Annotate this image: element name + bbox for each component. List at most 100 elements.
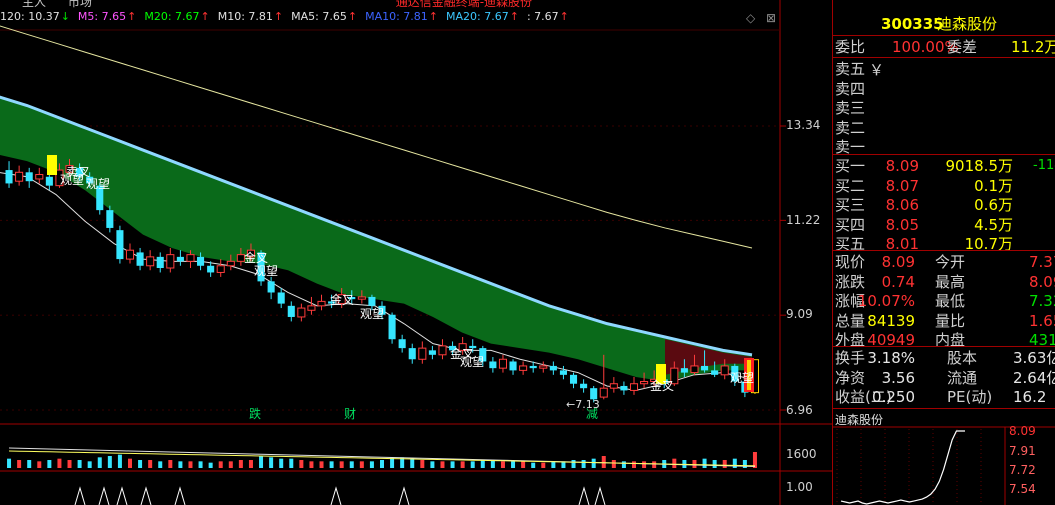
candle[interactable]	[166, 247, 175, 273]
candle-body	[519, 365, 528, 371]
ma-readout-item: MA5: 7.65	[291, 10, 347, 23]
ma-readout-item: M20: 7.67	[144, 10, 200, 23]
sell-level-row[interactable]: 卖四	[833, 79, 1055, 99]
signal-label: 观望	[60, 173, 84, 187]
candle[interactable]	[438, 339, 447, 360]
volume-bar	[652, 461, 657, 468]
volume-bar	[601, 456, 606, 468]
indicator-spike	[140, 486, 152, 505]
candle[interactable]	[388, 312, 396, 344]
candle[interactable]	[569, 372, 578, 389]
candle[interactable]	[498, 354, 508, 373]
candle[interactable]	[549, 361, 557, 375]
volume-bar	[168, 460, 173, 468]
kline-chart-area[interactable]: 卖叉 观望 观望 金叉 观望 金叉 观望 金叉 观望 金叉 观望跌财减 ←7.13 主人 市场 通达信…	[0, 0, 832, 505]
candle[interactable]	[489, 357, 497, 373]
volume-bar	[742, 460, 747, 468]
sell-level-row[interactable]: 卖五	[833, 59, 1055, 79]
ma-readout-item: M5: 7.65	[77, 10, 127, 23]
candle[interactable]	[629, 377, 639, 395]
candle[interactable]	[418, 341, 427, 364]
volume-bar	[702, 458, 707, 468]
candle[interactable]	[156, 252, 164, 273]
candle[interactable]	[609, 377, 618, 393]
volume-bar	[309, 461, 314, 468]
candle[interactable]	[277, 288, 285, 309]
signal-label: 观望	[460, 355, 484, 369]
candle-body	[720, 365, 729, 376]
stat-row: 涨幅10.07%最低7.32	[833, 291, 1055, 311]
indicator-spike	[578, 486, 590, 505]
candle[interactable]	[25, 167, 33, 188]
stat2-row: 换手 3.18% 股本 3.63亿	[833, 348, 1055, 368]
candle[interactable]	[116, 225, 124, 264]
candle[interactable]	[15, 165, 24, 186]
mini-intraday-chart[interactable]: 迪森股份 8.09 7.91 7.72 7.54	[833, 409, 1055, 505]
candle[interactable]	[307, 296, 316, 315]
volume-bar	[259, 456, 264, 468]
stat-value: 7.32	[1029, 292, 1055, 310]
candle[interactable]	[317, 294, 326, 311]
top-fragment-left: 主人	[22, 0, 47, 9]
volume-bar	[571, 460, 576, 468]
volume-bar	[541, 462, 546, 468]
candle[interactable]	[398, 334, 406, 353]
candle[interactable]	[5, 161, 13, 188]
candle[interactable]	[125, 243, 135, 264]
buy-level-row[interactable]: 买三 8.06 0.6万	[833, 195, 1055, 215]
weibi-row: 委比 100.00% 委差 11.2万	[833, 37, 1055, 57]
buy-level-row[interactable]: 买二 8.07 0.1万	[833, 176, 1055, 196]
kline-svg[interactable]: 卖叉观望 观望金叉观望金叉观望金叉观望金叉观望跌财减←7.13	[0, 0, 832, 505]
candle-body	[317, 300, 326, 307]
stat-label: 换手	[835, 349, 866, 367]
volume-bar	[500, 461, 505, 468]
close-window-icon[interactable]: ⊠	[766, 11, 776, 25]
stat-value: 43190	[1029, 331, 1055, 349]
candle-body	[620, 385, 628, 391]
indicator-spike	[594, 486, 606, 505]
indicator-spike	[98, 486, 110, 505]
mini-axis-tick: 7.72	[1009, 463, 1036, 477]
volume-bar	[632, 461, 636, 468]
sell-level-label: 卖二	[835, 118, 866, 137]
candle-body	[509, 361, 517, 371]
candle-body	[35, 174, 44, 180]
candle[interactable]	[136, 247, 144, 271]
yen-glyph: ￥	[869, 61, 885, 79]
candle[interactable]	[176, 250, 184, 266]
candle[interactable]	[216, 259, 225, 277]
candle[interactable]	[539, 361, 548, 373]
buy-level-row[interactable]: 买一 8.09 9018.5万 -114	[833, 156, 1055, 176]
candle-body	[599, 387, 608, 398]
candle[interactable]	[519, 361, 528, 375]
buy-level-volume: 9018.5万	[945, 157, 1014, 175]
candle[interactable]	[35, 167, 44, 184]
volume-bar	[359, 461, 364, 468]
ma-readout-item: MA10: 7.81	[365, 10, 428, 23]
candle[interactable]	[428, 345, 436, 360]
candle[interactable]	[509, 359, 517, 375]
candle[interactable]	[297, 303, 306, 322]
ma-readout-arrow: ↑	[559, 10, 569, 23]
volume-bar	[7, 458, 12, 468]
buy-level-row[interactable]: 买五 8.01 10.7万	[833, 234, 1055, 254]
signal-label: 观望	[86, 177, 110, 191]
candle[interactable]	[287, 301, 295, 322]
signal-label: 观望	[254, 264, 278, 278]
weicha-value: 11.2万	[1011, 38, 1055, 56]
buy-level-row[interactable]: 买四 8.05 4.5万	[833, 215, 1055, 235]
candle[interactable]	[559, 365, 567, 380]
top-bar: 主人 市场 通达信金融终端-迪森股份 120: 10.37↓ M5: 7.65↑ M…	[0, 0, 780, 28]
ma-readout-item: MA20: 7.67	[446, 10, 509, 23]
sell-level-row[interactable]: 卖二	[833, 118, 1055, 138]
candle[interactable]	[620, 381, 628, 395]
candle[interactable]	[146, 250, 155, 271]
sell-level-row[interactable]: 卖三	[833, 98, 1055, 118]
volume-bar	[188, 461, 193, 468]
candle-body	[398, 339, 406, 349]
buy-level-label: 买四	[835, 215, 866, 234]
candle[interactable]	[408, 343, 416, 364]
diamond-icon[interactable]: ◇	[746, 11, 755, 25]
candle[interactable]	[580, 379, 588, 393]
buy-level-price: 8.09	[885, 157, 919, 175]
